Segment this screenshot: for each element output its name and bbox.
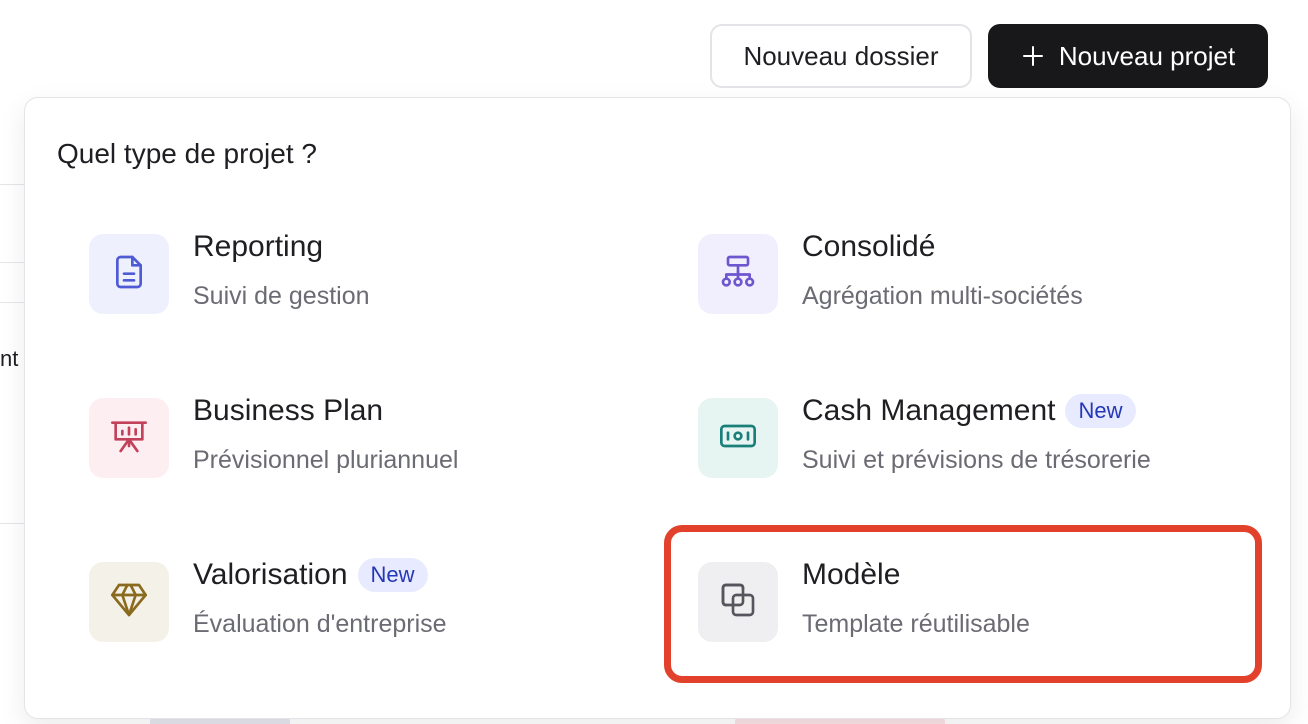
- option-business-plan-title: Business Plan: [193, 394, 383, 428]
- option-cash-management-subtitle: Suivi et prévisions de trésorerie: [802, 446, 1151, 474]
- diamond-icon: [109, 580, 149, 625]
- option-reporting-title: Reporting: [193, 230, 323, 264]
- background-text-fragment: nt: [0, 346, 19, 371]
- option-valorisation[interactable]: Valorisation New Évaluation d'entreprise: [89, 538, 649, 650]
- option-consolide-subtitle: Agrégation multi-sociétés: [802, 282, 1083, 310]
- option-business-plan[interactable]: Business Plan Prévisionnel pluriannuel: [89, 374, 649, 486]
- option-consolide[interactable]: Consolidé Agrégation multi-sociétés: [698, 210, 1258, 322]
- option-modele-tile: [698, 562, 778, 642]
- option-reporting-tile: [89, 234, 169, 314]
- new-project-button[interactable]: Nouveau projet: [988, 24, 1268, 88]
- hierarchy-icon: [718, 252, 758, 297]
- copy-icon: [718, 580, 758, 625]
- option-modele-subtitle: Template réutilisable: [802, 610, 1030, 638]
- option-cash-management-tile: [698, 398, 778, 478]
- option-business-plan-tile: [89, 398, 169, 478]
- document-icon: [109, 252, 149, 297]
- popover-title: Quel type de projet ?: [57, 138, 317, 169]
- option-modele[interactable]: Modèle Template réutilisable: [698, 538, 1258, 650]
- new-folder-button-label: Nouveau dossier: [743, 40, 939, 71]
- option-consolide-title: Consolidé: [802, 230, 935, 264]
- presentation-icon: [109, 416, 149, 461]
- option-cash-management[interactable]: Cash Management New Suivi et prévisions …: [698, 374, 1258, 486]
- option-title-text: Consolidé: [802, 230, 936, 263]
- option-valorisation-title: Valorisation New: [193, 558, 428, 592]
- plus-icon: [1021, 44, 1045, 68]
- new-project-button-label: Nouveau projet: [1058, 40, 1236, 71]
- background-divider: [0, 184, 24, 185]
- background-divider: [0, 262, 24, 263]
- option-valorisation-tile: [89, 562, 169, 642]
- option-cash-management-title: Cash Management New: [802, 394, 1136, 428]
- option-title-text: Cash Management: [802, 394, 1056, 427]
- option-business-plan-subtitle: Prévisionnel pluriannuel: [193, 446, 459, 474]
- option-reporting[interactable]: Reporting Suivi de gestion: [89, 210, 649, 322]
- new-badge: New: [357, 558, 428, 592]
- banknote-icon: [718, 416, 758, 461]
- new-folder-button[interactable]: Nouveau dossier: [710, 24, 972, 88]
- new-badge: New: [1065, 394, 1136, 428]
- option-title-text: Business Plan: [193, 394, 384, 427]
- project-type-popover: Quel type de projet ? Reporting Suivi de…: [24, 97, 1291, 719]
- option-valorisation-subtitle: Évaluation d'entreprise: [193, 610, 447, 638]
- option-consolide-tile: [698, 234, 778, 314]
- background-divider: [0, 523, 24, 524]
- option-reporting-subtitle: Suivi de gestion: [193, 282, 370, 310]
- option-modele-title: Modèle: [802, 558, 900, 592]
- background-divider: [0, 302, 24, 303]
- option-title-text: Modèle: [802, 558, 901, 591]
- option-title-text: Valorisation: [193, 558, 348, 591]
- option-title-text: Reporting: [193, 230, 324, 263]
